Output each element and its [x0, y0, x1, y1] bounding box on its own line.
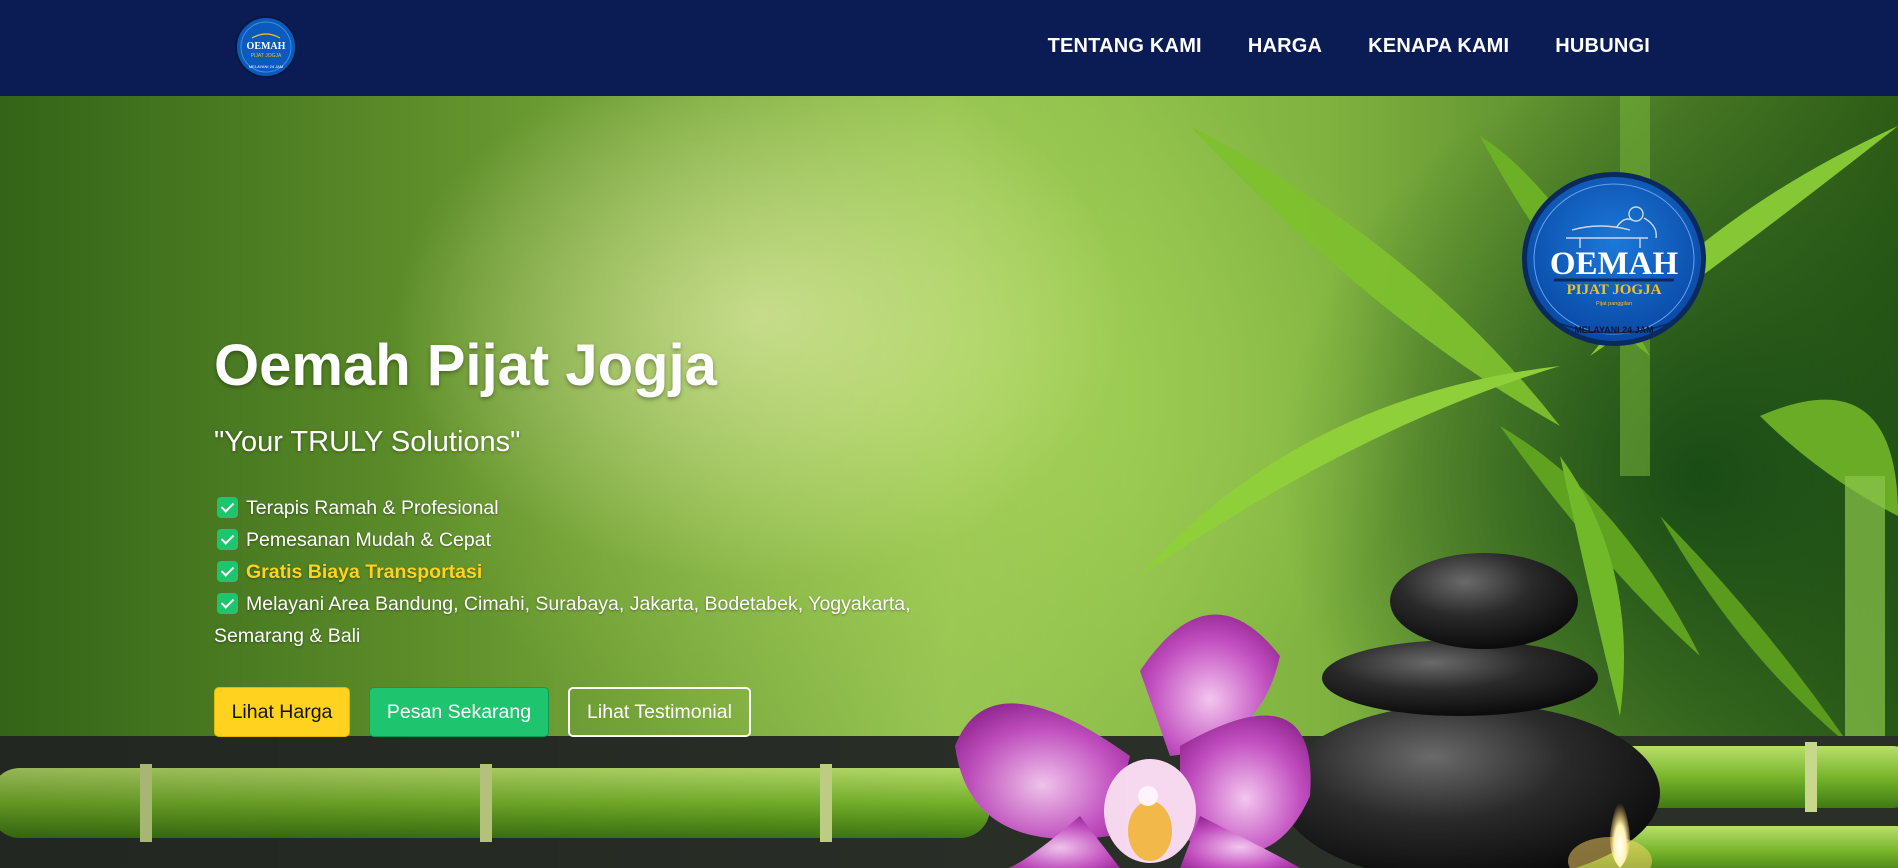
check-icon	[217, 561, 238, 582]
lihat-harga-button[interactable]: Lihat Harga	[214, 687, 350, 737]
main-nav: TENTANG KAMI HARGA KENAPA KAMI HUBUNGI	[1048, 0, 1650, 92]
hero-title: Oemah Pijat Jogja	[214, 333, 717, 398]
feature-text: Terapis Ramah & Profesional	[246, 497, 499, 519]
feature-text-highlight: Gratis Biaya Transportasi	[246, 561, 483, 583]
lihat-testimonial-button[interactable]: Lihat Testimonial	[568, 687, 751, 737]
hero-tagline: "Your TRULY Solutions"	[214, 426, 521, 458]
feature-text: Melayani Area Bandung, Cimahi, Surabaya,…	[214, 593, 911, 647]
navbar: OEMAH PIJAT JOGJA MELAYANI 24 JAM TENTAN…	[0, 0, 1898, 96]
pesan-sekarang-button[interactable]: Pesan Sekarang	[369, 687, 549, 737]
logo-service-text: MELAYANI 24 JAM	[249, 64, 283, 69]
brand-badge-logo-icon: OEMAH PIJAT JOGJA Pijat panggilan MELAYA…	[1522, 172, 1706, 346]
badge-logo-tagline: Pijat panggilan	[1596, 301, 1632, 307]
feature-item: Terapis Ramah & Profesional	[214, 492, 974, 524]
logo-text: OEMAH	[247, 41, 286, 52]
nav-link-tentang-kami[interactable]: TENTANG KAMI	[1048, 35, 1202, 58]
check-icon	[217, 497, 238, 518]
brand-logo-icon[interactable]: OEMAH PIJAT JOGJA MELAYANI 24 JAM	[232, 16, 300, 78]
feature-item: Melayani Area Bandung, Cimahi, Surabaya,…	[214, 588, 974, 652]
feature-list: Terapis Ramah & Profesional Pemesanan Mu…	[214, 492, 974, 652]
badge-logo-subtext: PIJAT JOGJA	[1567, 282, 1662, 298]
feature-item: Gratis Biaya Transportasi	[214, 556, 974, 588]
nav-link-harga[interactable]: HARGA	[1248, 35, 1322, 58]
nav-link-kenapa-kami[interactable]: KENAPA KAMI	[1368, 35, 1509, 58]
cta-buttons: Lihat Harga Pesan Sekarang Lihat Testimo…	[214, 687, 751, 737]
nav-link-hubungi[interactable]: HUBUNGI	[1555, 35, 1650, 58]
badge-logo-text: OEMAH	[1550, 246, 1679, 282]
hero-section: Oemah Pijat Jogja "Your TRULY Solutions"…	[0, 96, 1898, 868]
logo-subtext: PIJAT JOGJA	[251, 53, 282, 59]
feature-item: Pemesanan Mudah & Cepat	[214, 524, 974, 556]
badge-logo-service: MELAYANI 24 JAM	[1574, 325, 1653, 335]
check-icon	[217, 529, 238, 550]
feature-text: Pemesanan Mudah & Cepat	[246, 529, 491, 551]
check-icon	[217, 593, 238, 614]
